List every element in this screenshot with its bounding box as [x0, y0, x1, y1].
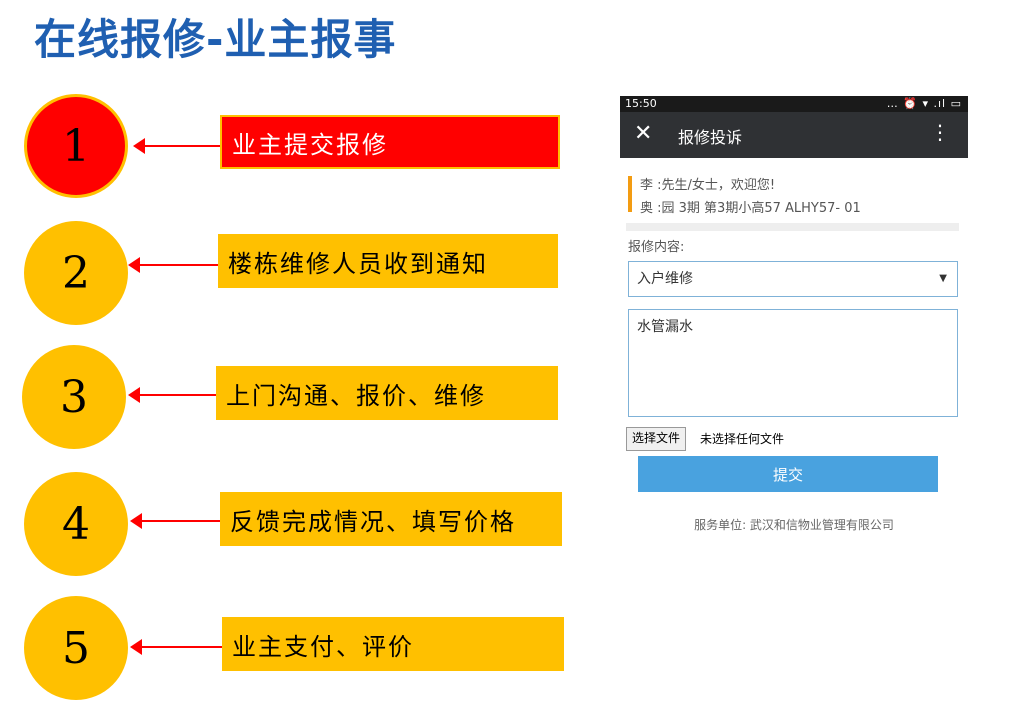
step-3-label: 上门沟通、报价、维修: [216, 366, 558, 420]
status-icons: … ⏰ ▾ .ıl ▭: [886, 97, 962, 110]
step-2-number: 2: [62, 247, 90, 299]
section-divider: [626, 223, 959, 231]
choose-file-button[interactable]: 选择文件: [626, 427, 687, 451]
step-4-number: 4: [62, 498, 90, 550]
status-time: 15:50: [625, 97, 657, 110]
step-1-label: 业主提交报修: [220, 115, 560, 169]
step-5-label: 业主支付、评价: [222, 617, 564, 671]
status-bar: 15:50 … ⏰ ▾ .ıl ▭: [620, 96, 968, 112]
user-accent-bar: [628, 176, 632, 212]
user-greeting: 李 :先生/女士，欢迎您!: [640, 178, 776, 193]
step-1-arrow: [133, 136, 220, 156]
step-3-number: 3: [60, 371, 88, 423]
slide-title: 在线报修-业主报事: [34, 15, 397, 64]
phone-screenshot: 15:50 … ⏰ ▾ .ıl ▭ ✕ 报修投诉 ⋮ 李 :先生/女士，欢迎您!…: [620, 96, 968, 548]
step-5-arrow: [130, 637, 222, 657]
step-5-number: 5: [62, 622, 90, 674]
app-title: 报修投诉: [678, 128, 743, 147]
app-bar: ✕ 报修投诉 ⋮: [620, 112, 968, 158]
step-2-circle: 2: [24, 221, 128, 325]
step-4-arrow: [130, 511, 220, 531]
step-1-circle: 1: [24, 94, 128, 198]
repair-description-value: 水管漏水: [637, 319, 693, 335]
step-3-arrow: [128, 385, 216, 405]
step-4-circle: 4: [24, 472, 128, 576]
user-address: 奥 :园 3期 第3期小高57 ALHY57- 01: [640, 201, 861, 216]
chevron-down-icon: ▼: [939, 273, 947, 284]
user-info-card: 李 :先生/女士，欢迎您! 奥 :园 3期 第3期小高57 ALHY57- 01: [620, 168, 968, 222]
close-icon[interactable]: ✕: [634, 121, 652, 146]
file-status: 未选择任何文件: [700, 432, 785, 446]
more-menu-icon[interactable]: ⋮: [930, 120, 950, 144]
step-5-circle: 5: [24, 596, 128, 700]
step-1-number: 1: [62, 120, 90, 172]
repair-category-value: 入户维修: [637, 271, 693, 287]
submit-button[interactable]: 提交: [638, 456, 938, 492]
step-3-circle: 3: [22, 345, 126, 449]
repair-description-textarea[interactable]: 水管漏水: [628, 309, 958, 417]
content-label: 报修内容:: [628, 240, 685, 255]
step-2-label: 楼栋维修人员收到通知: [218, 234, 558, 288]
step-4-label: 反馈完成情况、填写价格: [220, 492, 562, 546]
step-2-arrow: [128, 255, 218, 275]
service-provider-footer: 服务单位: 武汉和信物业管理有限公司: [694, 518, 894, 532]
repair-category-select[interactable]: 入户维修 ▼: [628, 261, 958, 297]
